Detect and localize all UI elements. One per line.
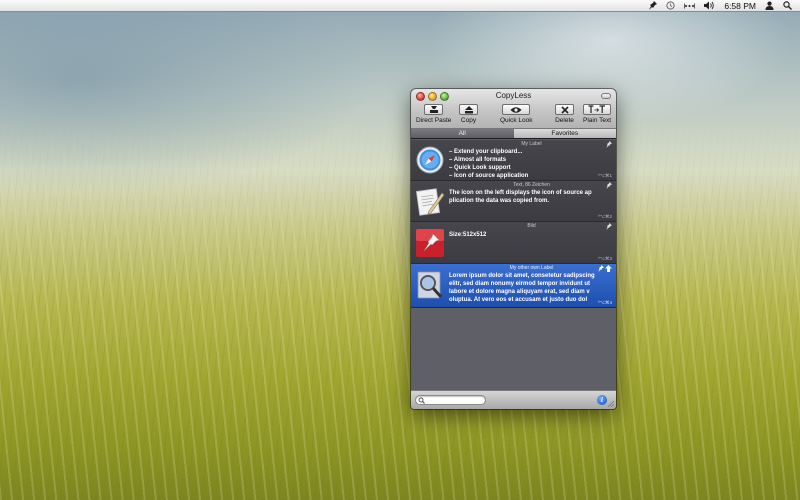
item-line: plication the data was copied from. bbox=[449, 198, 550, 204]
text-edit-icon bbox=[415, 188, 445, 216]
item-line: – Almost all formats bbox=[449, 157, 507, 163]
item-text: – Extend your clipboard... – Almost all … bbox=[449, 148, 606, 180]
item-line: Size:512x512 bbox=[449, 232, 487, 238]
plain-text-label: Plain Text bbox=[583, 117, 612, 124]
pin-icon[interactable] bbox=[606, 141, 612, 148]
pin-icon[interactable] bbox=[649, 0, 658, 12]
plain-text-button[interactable]: Plain Text bbox=[583, 104, 611, 124]
item-shortcut: ^⌥⌘1 bbox=[597, 173, 612, 178]
list-item[interactable]: My Label – Extend your clipboard... – Al… bbox=[411, 140, 616, 181]
clipboard-list: My Label – Extend your clipboard... – Al… bbox=[411, 140, 616, 390]
bottom-bar: i bbox=[411, 390, 616, 409]
pin-icon[interactable] bbox=[606, 223, 612, 230]
copy-button[interactable]: Copy bbox=[459, 104, 478, 124]
plain-text-icon bbox=[583, 104, 612, 115]
volume-icon[interactable] bbox=[704, 0, 715, 12]
time-machine-icon[interactable] bbox=[666, 0, 675, 12]
delete-icon bbox=[555, 104, 574, 115]
preview-app-icon bbox=[417, 271, 443, 299]
item-line: Lorem ipsum dolor sit amet, consetetur s… bbox=[449, 273, 595, 279]
list-item[interactable]: Text, 86 Zeichen The icon on the left di… bbox=[411, 181, 616, 222]
item-line: labore et dolore magna aliquyam erat, se… bbox=[449, 289, 590, 295]
list-item-selected[interactable]: My other own Label Lorem ipsum dolor sit… bbox=[411, 264, 616, 308]
item-shortcut: ^⌥⌘3 bbox=[597, 256, 612, 261]
item-label: Bild bbox=[527, 223, 536, 229]
item-line: – Quick Look support bbox=[449, 165, 511, 171]
item-line: elitr, sed diam nonumy eirmod tempor inv… bbox=[449, 281, 591, 287]
copy-label: Copy bbox=[460, 117, 477, 124]
quick-look-label: Quick Look bbox=[500, 117, 533, 124]
item-shortcut: ^⌥⌘4 bbox=[597, 300, 612, 305]
quick-look-button[interactable]: Quick Look bbox=[500, 104, 533, 124]
pushpin-app-icon bbox=[416, 229, 444, 257]
dots-icon[interactable] bbox=[684, 0, 696, 12]
copy-arrow-icon[interactable] bbox=[605, 265, 612, 272]
info-button[interactable]: i bbox=[597, 395, 607, 405]
resize-grip-icon[interactable] bbox=[607, 400, 615, 408]
copy-icon bbox=[459, 104, 478, 115]
delete-button[interactable]: Delete bbox=[555, 104, 574, 124]
item-shortcut: ^⌥⌘2 bbox=[597, 214, 612, 219]
item-label: My Label bbox=[521, 141, 542, 147]
item-text: Size:512x512 bbox=[449, 231, 606, 239]
item-text: Lorem ipsum dolor sit amet, consetetur s… bbox=[449, 272, 606, 304]
tab-bar: All Favorites bbox=[411, 129, 616, 139]
tab-all[interactable]: All bbox=[411, 129, 514, 138]
item-line: oluptua. At vero eos et accusam et justo… bbox=[449, 297, 588, 303]
desktop-wallpaper bbox=[0, 0, 800, 500]
item-line: – Icon of source application bbox=[449, 173, 529, 179]
list-item[interactable]: Bild Size:512x512 ^⌥⌘3 bbox=[411, 222, 616, 264]
user-icon[interactable] bbox=[765, 0, 774, 12]
item-line: The icon on the left displays the icon o… bbox=[449, 190, 592, 196]
tab-favorites[interactable]: Favorites bbox=[513, 129, 616, 138]
item-line: – Extend your clipboard... bbox=[449, 149, 523, 155]
search-input[interactable] bbox=[415, 395, 486, 405]
menubar-clock[interactable]: 6:58 PM bbox=[724, 0, 756, 12]
item-label: Text, 86 Zeichen bbox=[513, 182, 550, 188]
item-text: The icon on the left displays the icon o… bbox=[449, 189, 606, 205]
menu-bar: 6:58 PM bbox=[0, 0, 800, 12]
pin-icon[interactable] bbox=[598, 265, 604, 272]
window-title: CopyLess bbox=[495, 91, 532, 100]
direct-paste-icon bbox=[424, 104, 444, 115]
title-bar: CopyLess Direct Paste Copy Quick Look De… bbox=[411, 89, 616, 129]
direct-paste-button[interactable]: Direct Paste bbox=[416, 104, 451, 124]
search-icon bbox=[418, 397, 425, 404]
pin-icon[interactable] bbox=[606, 182, 612, 189]
toolbar-toggle-button[interactable] bbox=[601, 93, 611, 99]
item-label: My other own Label bbox=[509, 265, 554, 271]
spotlight-icon[interactable] bbox=[783, 0, 792, 12]
copyless-window: CopyLess Direct Paste Copy Quick Look De… bbox=[411, 89, 616, 409]
safari-icon bbox=[416, 146, 444, 174]
delete-label: Delete bbox=[555, 117, 574, 124]
direct-paste-label: Direct Paste bbox=[416, 117, 452, 124]
eye-icon bbox=[502, 104, 531, 115]
